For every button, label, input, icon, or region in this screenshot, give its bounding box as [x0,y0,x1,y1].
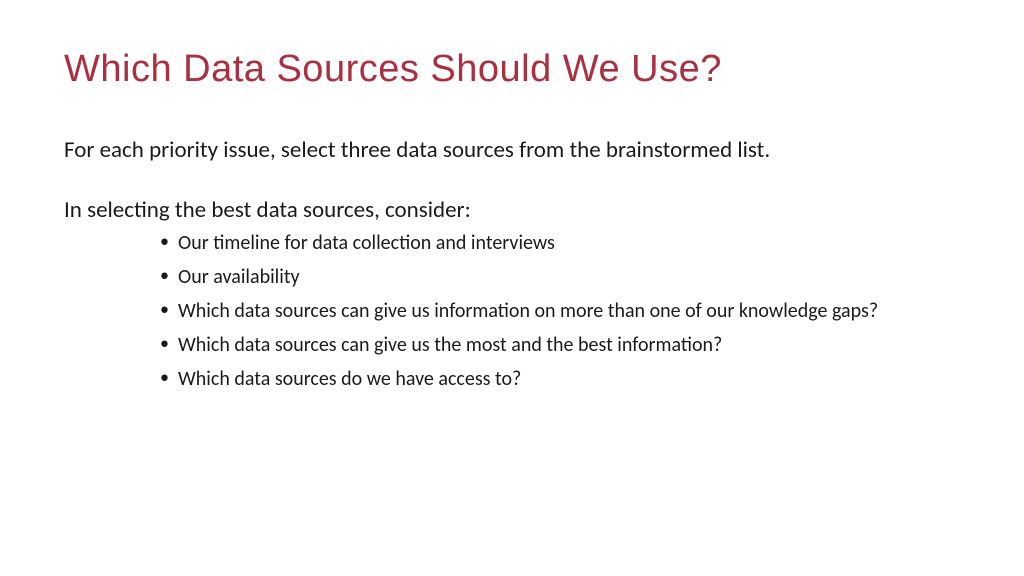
list-item: Which data sources can give us informati… [160,298,960,324]
list-item: Which data sources can give us the most … [160,332,960,358]
list-item: Which data sources do we have access to? [160,366,960,392]
list-item: Our availability [160,264,960,290]
bullet-list: Our timeline for data collection and int… [64,230,960,392]
intro-paragraph: For each priority issue, select three da… [64,135,960,166]
slide-title: Which Data Sources Should We Use? [64,48,960,91]
list-item: Our timeline for data collection and int… [160,230,960,256]
consider-label: In selecting the best data sources, cons… [64,196,960,224]
